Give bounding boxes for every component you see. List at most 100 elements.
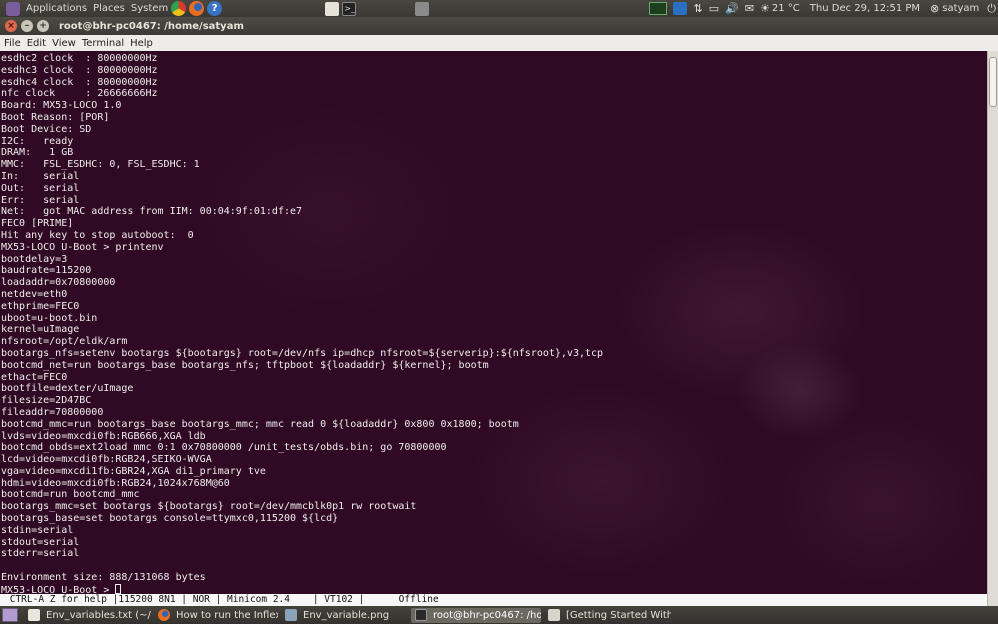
terminal-icon — [415, 609, 427, 621]
terminal-line: In: serial — [1, 170, 80, 182]
task-label: [Getting Started With I... — [566, 609, 671, 621]
terminal-line: Environment size: 888/131068 bytes — [1, 572, 206, 584]
calculator-launcher-icon[interactable] — [415, 1, 430, 16]
weather-icon[interactable]: ☀ — [760, 2, 770, 15]
minicom-status-line: CTRL-A Z for help |115200 8N1 | NOR | Mi… — [0, 594, 987, 606]
terminal-line: Boot Device: SD — [1, 123, 92, 135]
menu-file[interactable]: File — [4, 38, 21, 49]
terminal-line: lcd=video=mxcdi0fb:RGB24,SEIKO-WVGA — [1, 454, 212, 466]
applications-menu-label: Applications — [26, 3, 88, 14]
task-getting-started[interactable]: [Getting Started With I... — [544, 608, 671, 623]
firefox-launcher-icon[interactable] — [189, 1, 205, 16]
screen-icon[interactable]: ▭ — [709, 2, 719, 15]
text-file-icon — [28, 609, 40, 621]
terminal-line: FEC0 [PRIME] — [1, 218, 74, 230]
terminal-line: Board: MX53-LOCO 1.0 — [1, 100, 122, 112]
taskbar: Env_variables.txt (~/Do... How to run th… — [0, 606, 998, 624]
temperature[interactable]: 21 °C — [772, 3, 800, 14]
task-env-variables-txt[interactable]: Env_variables.txt (~/Do... — [24, 608, 151, 623]
terminal-line: ethprime=FEC0 — [1, 300, 80, 312]
terminal-line: bootfile=dexter/uImage — [1, 383, 134, 395]
system-menu[interactable]: System — [131, 3, 168, 14]
terminal-line: bootcmd_net=run bootargs_base bootargs_n… — [1, 359, 489, 371]
maximize-icon[interactable]: + — [37, 20, 49, 32]
gnome-foot-icon — [6, 1, 20, 16]
applications-menu[interactable]: Applications — [4, 1, 88, 16]
vertical-scrollbar[interactable] — [987, 51, 998, 606]
minimize-icon[interactable]: – — [21, 20, 33, 32]
help-launcher-icon[interactable]: ? — [207, 1, 223, 16]
terminal-output: esdhc2 clock : 80000000Hz esdhc3 clock :… — [1, 53, 603, 594]
terminal-line: bootargs_base=set bootargs console=ttymx… — [1, 513, 339, 525]
terminal-line: nfsroot=/opt/eldk/arm — [1, 336, 128, 348]
terminal-line: bootargs_mmc=set bootargs ${bootargs} ro… — [1, 501, 417, 513]
chrome-launcher-icon[interactable] — [171, 1, 187, 16]
terminal-menubar: File Edit View Terminal Help — [0, 35, 998, 51]
terminal-line: bootcmd_mmc=run bootargs_base bootargs_m… — [1, 418, 519, 430]
terminal-line: Boot Reason: [POR] — [1, 111, 110, 123]
terminal-line: I2C: ready — [1, 135, 74, 147]
terminal-line: hdmi=video=mxcdi0fb:RGB24,1024x768M@60 — [1, 477, 230, 489]
terminal-line: fileaddr=70800000 — [1, 406, 104, 418]
close-icon[interactable]: × — [5, 20, 17, 32]
terminal-line: Out: serial — [1, 182, 80, 194]
terminal-line: bootcmd_obds=ext2load mmc 0:1 0x70800000… — [1, 442, 447, 454]
terminal-line: nfc clock : 26666666Hz — [1, 88, 158, 100]
terminal-prompt: MX53-LOCO U-Boot > — [1, 584, 116, 594]
power-icon[interactable]: ⏻ — [987, 2, 996, 16]
terminal-line: ethact=FEC0 — [1, 371, 68, 383]
window-title-bar[interactable]: × – + root@bhr-pc0467: /home/satyam — [0, 17, 998, 35]
places-menu[interactable]: Places — [93, 3, 125, 14]
terminal-line: Err: serial — [1, 194, 80, 206]
task-label: How to run the Inflexio... — [176, 609, 278, 621]
terminal-line: stderr=serial — [1, 548, 80, 560]
panel-tray: ⇅ ▭ 🔊 ✉ ☀ 21 °C Thu Dec 29, 12:51 PM ⊗ s… — [643, 0, 996, 17]
terminal-line: loadaddr=0x70800000 — [1, 277, 116, 289]
network-arrows-icon[interactable]: ⇅ — [693, 2, 702, 15]
terminal-line: MX53-LOCO U-Boot > printenv — [1, 241, 164, 253]
image-icon — [285, 609, 297, 621]
user-menu[interactable]: satyam — [942, 3, 979, 14]
task-label: Env_variable.png — [303, 609, 390, 621]
terminal-line: baudrate=115200 — [1, 265, 92, 277]
bluetooth-icon[interactable] — [673, 2, 688, 15]
task-env-variable-png[interactable]: Env_variable.png — [281, 608, 408, 623]
terminal-lines: esdhc2 clock : 80000000Hz esdhc3 clock :… — [1, 53, 603, 583]
volume-icon[interactable]: 🔊 — [725, 2, 739, 15]
task-label: root@bhr-pc0467: /ho... — [433, 609, 541, 621]
scrollbar-thumb[interactable] — [989, 57, 997, 107]
terminal-line: bootargs_nfs=setenv bootargs ${bootargs}… — [1, 347, 604, 359]
terminal-area[interactable]: esdhc2 clock : 80000000Hz esdhc3 clock :… — [0, 51, 987, 594]
terminal-line: esdhc4 clock : 80000000Hz — [1, 76, 158, 88]
terminal-line: netdev=eth0 — [1, 288, 68, 300]
terminal-line: DRAM: 1 GB — [1, 147, 74, 159]
text-editor-launcher-icon[interactable] — [325, 1, 340, 16]
terminal-line: esdhc3 clock : 80000000Hz — [1, 64, 158, 76]
terminal-line: stdin=serial — [1, 524, 74, 536]
menu-view[interactable]: View — [52, 38, 76, 49]
document-icon — [548, 609, 560, 621]
terminal-line: esdhc2 clock : 80000000Hz — [1, 53, 158, 64]
terminal-line: bootdelay=3 — [1, 253, 68, 265]
terminal-line: MMC: FSL_ESDHC: 0, FSL_ESDHC: 1 — [1, 159, 200, 171]
menu-edit[interactable]: Edit — [27, 38, 46, 49]
terminal-launcher-icon[interactable]: >_ — [342, 1, 357, 16]
terminal-line: stdout=serial — [1, 536, 80, 548]
mail-icon[interactable]: ✉ — [745, 2, 754, 15]
task-terminal[interactable]: root@bhr-pc0467: /ho... — [411, 607, 541, 623]
clock[interactable]: Thu Dec 29, 12:51 PM — [810, 3, 920, 14]
terminal-line: vga=video=mxcdi1fb:GBR24,XGA di1_primary… — [1, 465, 266, 477]
terminal-line: Net: got MAC address from IIM: 00:04:9f:… — [1, 206, 303, 218]
task-label: Env_variables.txt (~/Do... — [46, 609, 151, 621]
menu-help[interactable]: Help — [130, 38, 153, 49]
system-monitor-icon[interactable] — [649, 2, 668, 15]
terminal-line: kernel=uImage — [1, 324, 80, 336]
user-icon: ⊗ — [930, 2, 940, 15]
task-firefox[interactable]: How to run the Inflexio... — [154, 608, 278, 623]
terminal-line: Hit any key to stop autoboot: 0 — [1, 229, 194, 241]
terminal-cursor — [115, 583, 122, 594]
show-desktop-icon[interactable] — [2, 608, 18, 622]
terminal-line: lvds=video=mxcdi0fb:RGB666,XGA ldb — [1, 430, 206, 442]
menu-terminal[interactable]: Terminal — [82, 38, 124, 49]
top-panel: Applications Places System ? >_ ⇅ ▭ 🔊 ✉ … — [0, 0, 998, 17]
